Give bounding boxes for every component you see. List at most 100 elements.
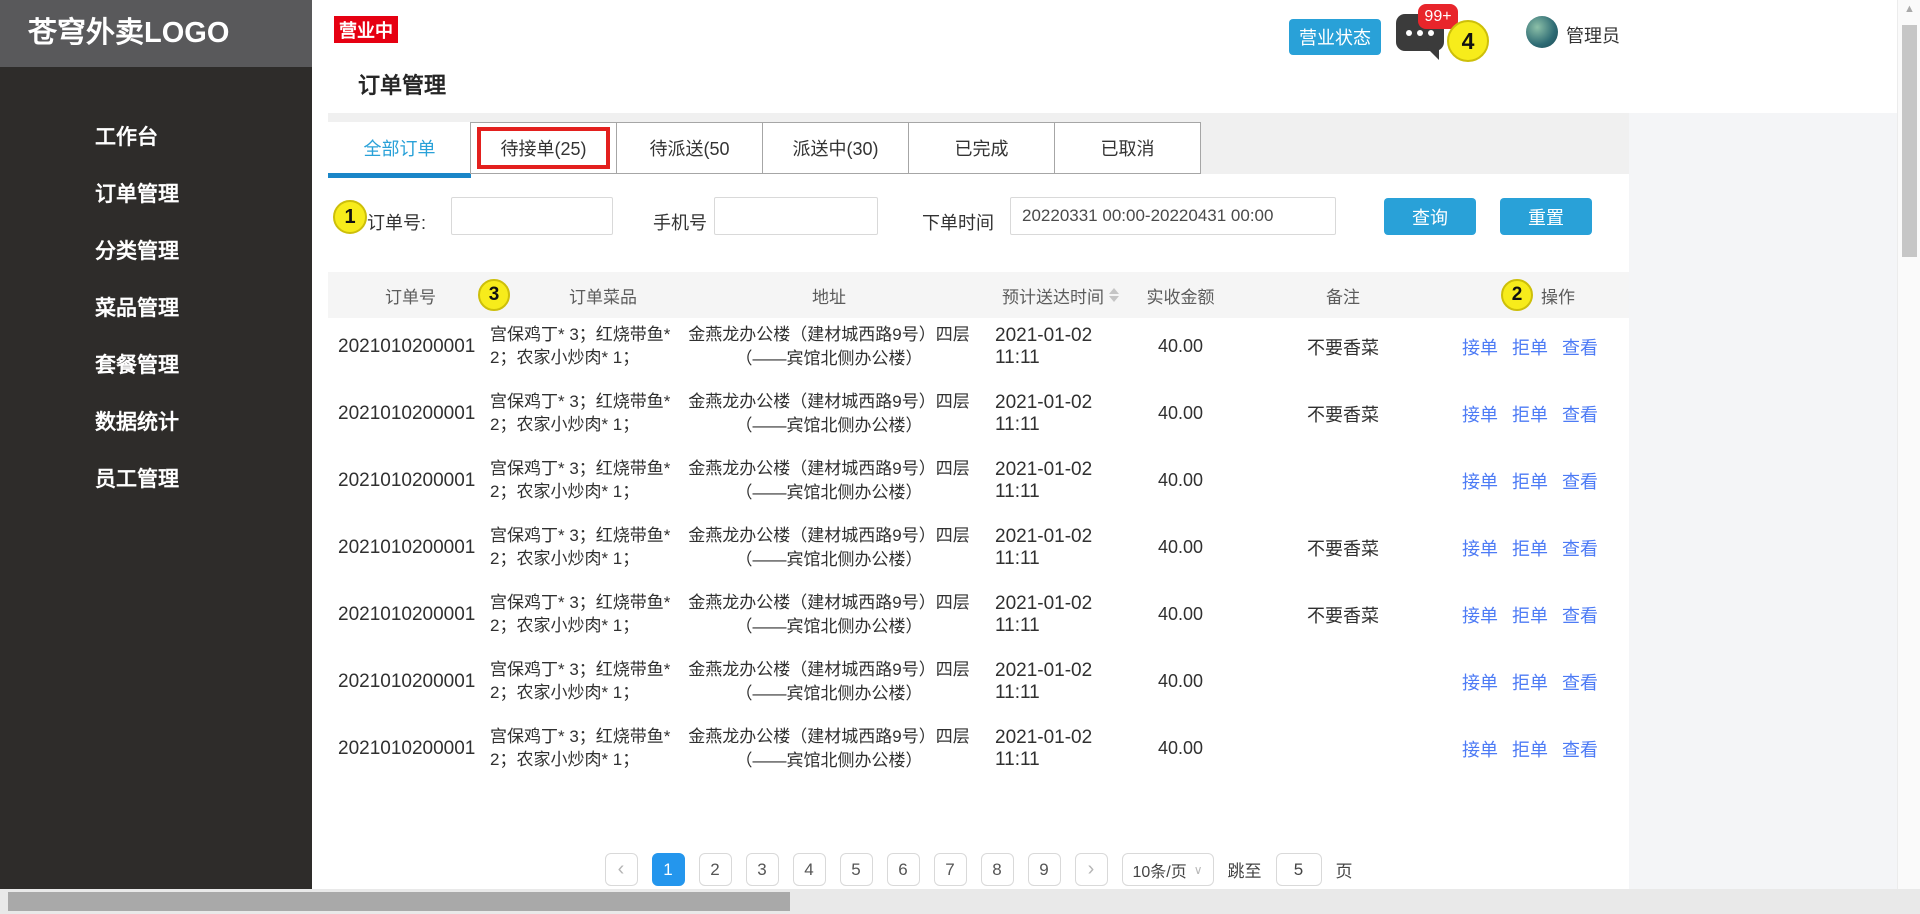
bubble-dot xyxy=(1417,30,1423,36)
reject-order-link[interactable]: 拒单 xyxy=(1512,334,1548,360)
header-actions: 操作 xyxy=(1528,272,1588,318)
cell-address: 金燕龙办公楼（建材城西路9号）四层（——宾馆北侧办公楼） xyxy=(680,581,978,648)
vertical-scrollbar-thumb[interactable] xyxy=(1902,25,1917,257)
avatar[interactable] xyxy=(1526,16,1558,48)
cell-remark: 不要香菜 xyxy=(1278,380,1408,447)
view-order-link[interactable]: 查看 xyxy=(1562,468,1598,494)
cell-amount: 40.00 xyxy=(1138,514,1223,581)
cell-actions: 接单拒单查看 xyxy=(1462,581,1598,648)
pagination: ‹ 123456789 › 10条/页 ∨ 跳至 页 xyxy=(328,851,1629,888)
cell-address: 金燕龙办公楼（建材城西路9号）四层（——宾馆北侧办公楼） xyxy=(680,447,978,514)
page-button[interactable]: 8 xyxy=(981,853,1014,886)
cell-dishes: 宫保鸡丁* 3；红烧带鱼* 2；农家小炒肉* 1； xyxy=(490,715,682,782)
cell-order-no: 2021010200001 xyxy=(338,581,483,648)
order-no-label: 订单号: xyxy=(367,209,426,235)
tab[interactable]: 全部订单 xyxy=(328,122,471,174)
cell-dishes: 宫保鸡丁* 3；红烧带鱼* 2；农家小炒肉* 1； xyxy=(490,313,682,380)
cell-eta: 2021-01-02 11:11 xyxy=(995,447,1125,514)
tab[interactable]: 已取消 xyxy=(1054,122,1201,174)
page-size-select[interactable]: 10条/页 ∨ xyxy=(1122,853,1214,886)
user-name: 管理员 xyxy=(1566,22,1620,48)
business-open-badge: 营业中 xyxy=(334,16,398,43)
accept-order-link[interactable]: 接单 xyxy=(1462,401,1498,427)
reject-order-link[interactable]: 拒单 xyxy=(1512,602,1548,628)
app-logo: 苍穹外卖LOGO xyxy=(0,0,312,67)
cell-remark: 不要香菜 xyxy=(1278,581,1408,648)
next-page-button[interactable]: › xyxy=(1075,853,1108,886)
cell-eta: 2021-01-02 11:11 xyxy=(995,380,1125,447)
tab[interactable]: 派送中(30) xyxy=(762,122,909,174)
scroll-up-arrow-icon[interactable]: ▲ xyxy=(1898,3,1920,15)
tab[interactable]: 已完成 xyxy=(908,122,1055,174)
horizontal-scrollbar[interactable] xyxy=(0,889,1920,914)
sidebar-item[interactable]: 工作台 xyxy=(0,107,312,164)
tab[interactable]: 待接单(25) xyxy=(470,122,617,174)
accept-order-link[interactable]: 接单 xyxy=(1462,468,1498,494)
sort-icon[interactable] xyxy=(1109,288,1119,302)
order-time-input[interactable] xyxy=(1010,197,1336,235)
phone-label: 手机号 xyxy=(653,209,707,235)
accept-order-link[interactable]: 接单 xyxy=(1462,334,1498,360)
tab[interactable]: 待派送(50 xyxy=(616,122,763,174)
sidebar-item[interactable]: 数据统计 xyxy=(0,392,312,449)
accept-order-link[interactable]: 接单 xyxy=(1462,669,1498,695)
view-order-link[interactable]: 查看 xyxy=(1562,602,1598,628)
table-row: 2021010200001宫保鸡丁* 3；红烧带鱼* 2；农家小炒肉* 1；金燕… xyxy=(328,447,1629,514)
page-button[interactable]: 9 xyxy=(1028,853,1061,886)
annotation-circle-4: 4 xyxy=(1447,20,1489,62)
accept-order-link[interactable]: 接单 xyxy=(1462,602,1498,628)
view-order-link[interactable]: 查看 xyxy=(1562,736,1598,762)
page-button[interactable]: 1 xyxy=(652,853,685,886)
cell-actions: 接单拒单查看 xyxy=(1462,715,1598,782)
sidebar-item[interactable]: 订单管理 xyxy=(0,164,312,221)
cell-actions: 接单拒单查看 xyxy=(1462,380,1598,447)
view-order-link[interactable]: 查看 xyxy=(1562,669,1598,695)
view-order-link[interactable]: 查看 xyxy=(1562,535,1598,561)
reject-order-link[interactable]: 拒单 xyxy=(1512,736,1548,762)
cell-dishes: 宫保鸡丁* 3；红烧带鱼* 2；农家小炒肉* 1； xyxy=(490,514,682,581)
chevron-down-icon: ∨ xyxy=(1194,863,1203,877)
prev-page-button[interactable]: ‹ xyxy=(605,853,638,886)
phone-input[interactable] xyxy=(714,197,878,235)
reject-order-link[interactable]: 拒单 xyxy=(1512,535,1548,561)
cell-order-no: 2021010200001 xyxy=(338,715,483,782)
business-status-button[interactable]: 营业状态 xyxy=(1289,19,1381,55)
order-no-input[interactable] xyxy=(451,197,613,235)
header-amount: 实收金额 xyxy=(1138,272,1223,318)
page-button[interactable]: 5 xyxy=(840,853,873,886)
right-background-panel xyxy=(1629,113,1897,889)
annotation-circle-2: 2 xyxy=(1501,279,1533,311)
reject-order-link[interactable]: 拒单 xyxy=(1512,401,1548,427)
cell-eta: 2021-01-02 11:11 xyxy=(995,313,1125,380)
search-button[interactable]: 查询 xyxy=(1384,198,1476,235)
page-button[interactable]: 7 xyxy=(934,853,967,886)
view-order-link[interactable]: 查看 xyxy=(1562,401,1598,427)
cell-remark xyxy=(1278,648,1408,715)
sidebar-item[interactable]: 分类管理 xyxy=(0,221,312,278)
cell-amount: 40.00 xyxy=(1138,581,1223,648)
view-order-link[interactable]: 查看 xyxy=(1562,334,1598,360)
cell-eta: 2021-01-02 11:11 xyxy=(995,581,1125,648)
header-eta[interactable]: 预计送达时间 xyxy=(988,272,1133,318)
accept-order-link[interactable]: 接单 xyxy=(1462,736,1498,762)
cell-dishes: 宫保鸡丁* 3；红烧带鱼* 2；农家小炒肉* 1； xyxy=(490,447,682,514)
sidebar-item[interactable]: 员工管理 xyxy=(0,449,312,506)
cell-eta: 2021-01-02 11:11 xyxy=(995,715,1125,782)
cell-dishes: 宫保鸡丁* 3；红烧带鱼* 2；农家小炒肉* 1； xyxy=(490,380,682,447)
page-button[interactable]: 4 xyxy=(793,853,826,886)
accept-order-link[interactable]: 接单 xyxy=(1462,535,1498,561)
reject-order-link[interactable]: 拒单 xyxy=(1512,468,1548,494)
cell-amount: 40.00 xyxy=(1138,380,1223,447)
reset-button[interactable]: 重置 xyxy=(1500,198,1592,235)
page-button[interactable]: 2 xyxy=(699,853,732,886)
horizontal-scrollbar-thumb[interactable] xyxy=(8,892,790,911)
cell-eta: 2021-01-02 11:11 xyxy=(995,648,1125,715)
reject-order-link[interactable]: 拒单 xyxy=(1512,669,1548,695)
order-tabs: 全部订单待接单(25)待派送(50派送中(30)已完成已取消 xyxy=(328,113,1629,174)
vertical-scrollbar[interactable]: ▲ xyxy=(1897,0,1920,889)
page-button[interactable]: 6 xyxy=(887,853,920,886)
page-button[interactable]: 3 xyxy=(746,853,779,886)
jump-page-input[interactable] xyxy=(1276,853,1322,886)
sidebar-item[interactable]: 套餐管理 xyxy=(0,335,312,392)
sidebar-item[interactable]: 菜品管理 xyxy=(0,278,312,335)
